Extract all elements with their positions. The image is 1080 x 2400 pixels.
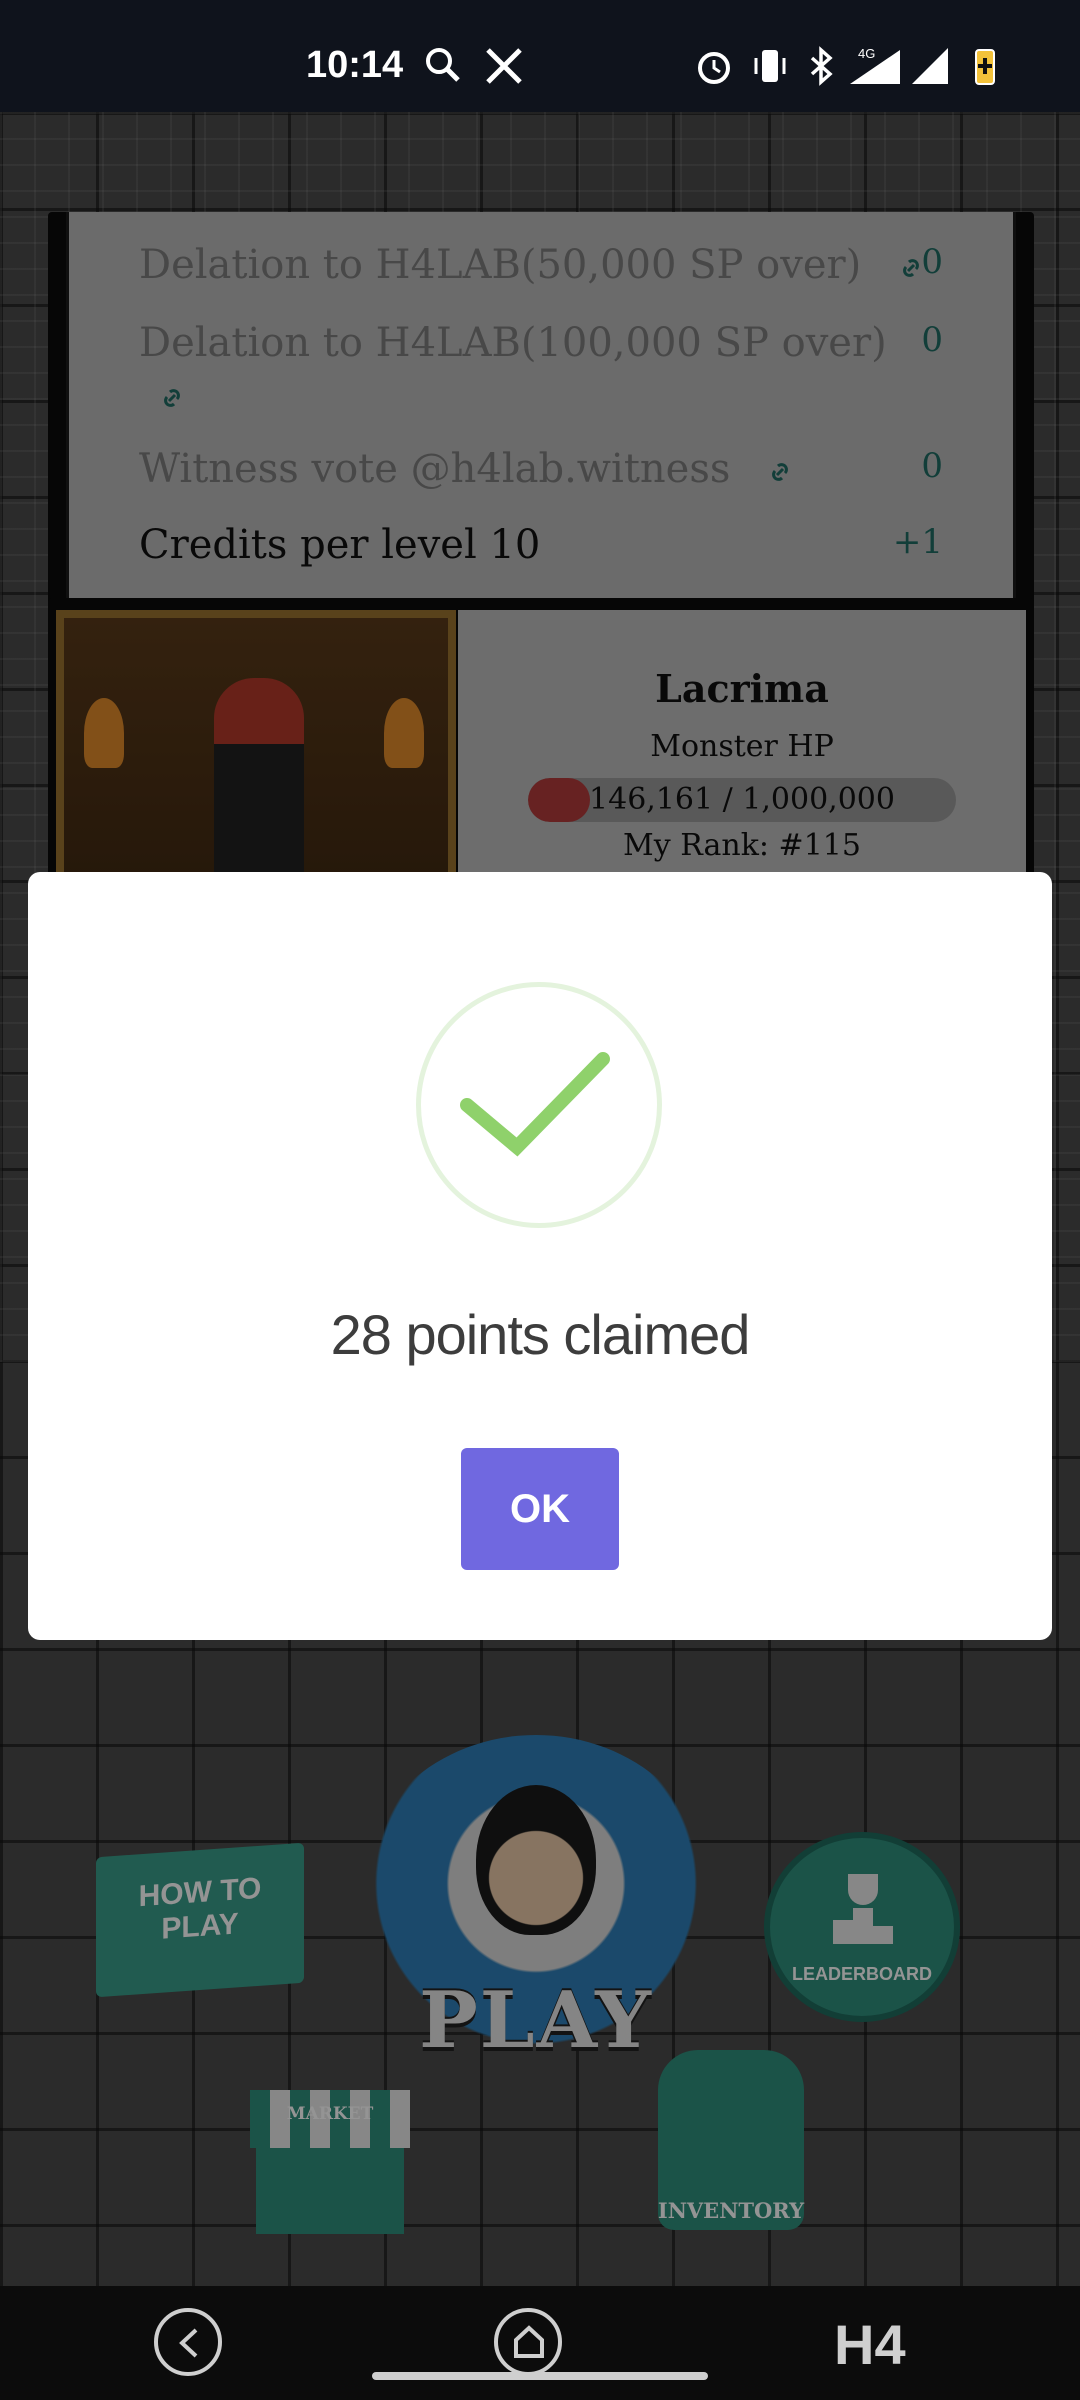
signal-icon: 4G: [842, 46, 902, 91]
vibrate-icon: [750, 46, 790, 91]
bluetooth-icon: [806, 46, 836, 91]
home-icon[interactable]: [494, 2308, 562, 2376]
app-logo[interactable]: H4: [834, 2312, 906, 2377]
back-icon[interactable]: [154, 2308, 222, 2376]
success-check-icon: [416, 982, 662, 1228]
dialog-message: 28 points claimed: [330, 1303, 751, 1366]
alarm-icon: [694, 46, 734, 91]
wifi-signal-icon: [910, 46, 950, 91]
x-icon: [484, 46, 524, 91]
news-app-icon: [424, 46, 464, 91]
ok-button[interactable]: OK: [461, 1448, 619, 1570]
battery-charging-icon: [970, 46, 1000, 91]
status-bar: 10:14 4G: [0, 0, 1080, 112]
navigation-bar: H4: [0, 2286, 1080, 2400]
success-dialog: 28 points claimed OK: [28, 872, 1052, 1640]
status-time: 10:14: [306, 44, 404, 86]
gesture-handle[interactable]: [372, 2372, 708, 2380]
network-type-label: 4G: [858, 46, 875, 61]
